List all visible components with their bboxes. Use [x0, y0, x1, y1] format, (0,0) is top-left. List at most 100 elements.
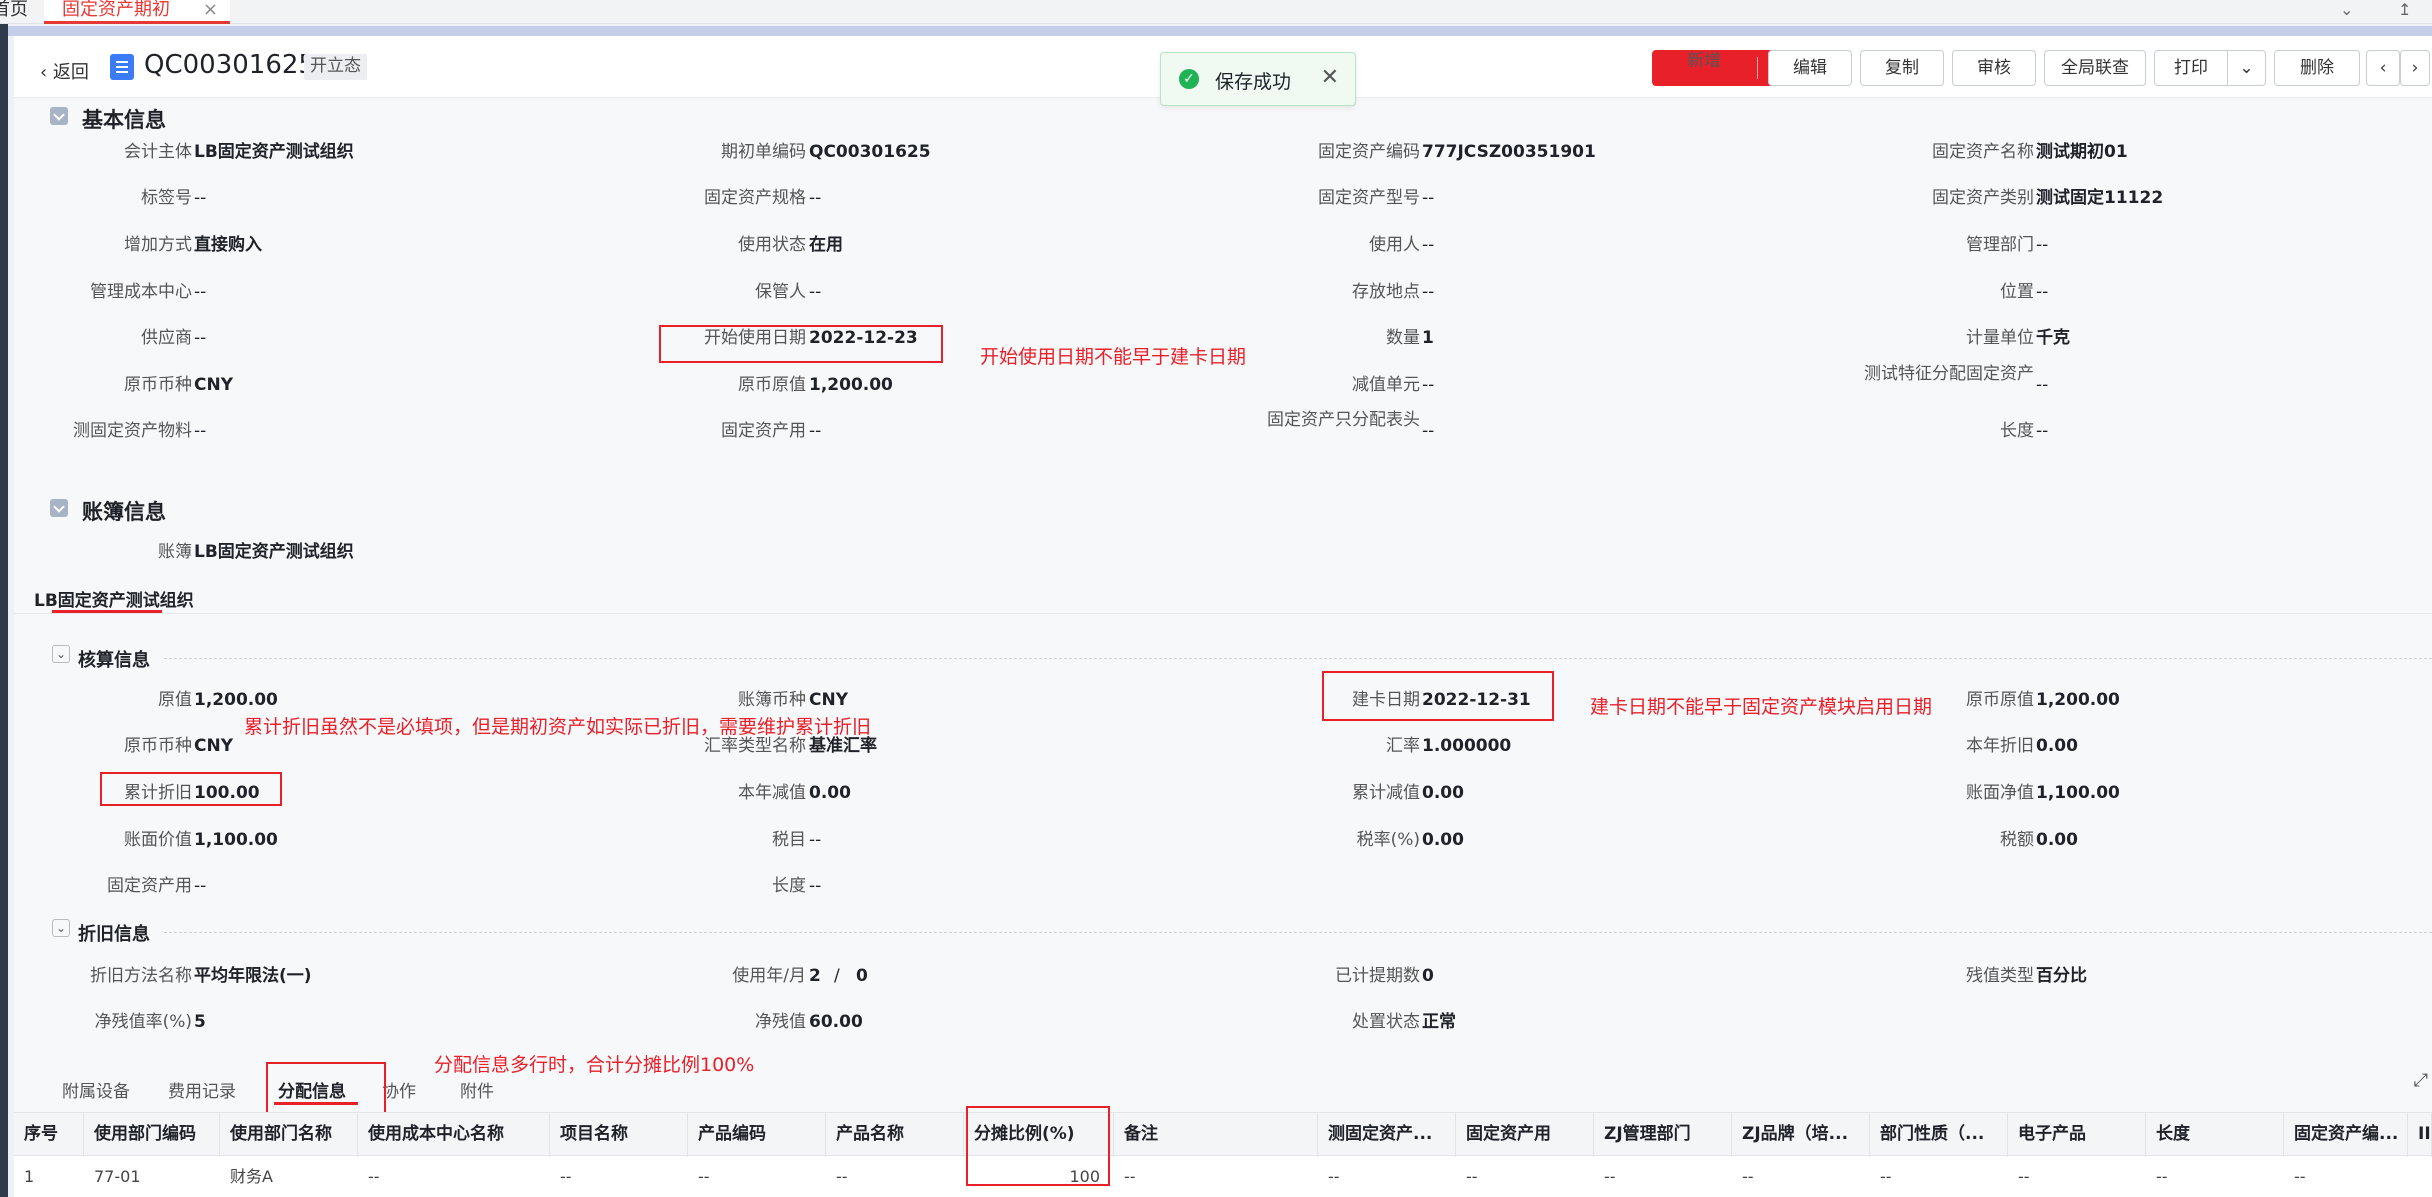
column-header[interactable]: 部门性质（...: [1870, 1113, 2008, 1157]
field-label: 固定资产名称: [1932, 142, 2034, 162]
field-label: 数量: [1386, 328, 1420, 348]
prev-icon[interactable]: ‹: [2366, 50, 2400, 86]
tab-expense-records[interactable]: 费用记录: [168, 1077, 236, 1102]
copy-button[interactable]: 复制: [1860, 50, 1944, 86]
back-button[interactable]: ‹ 返回: [40, 58, 89, 84]
field-value: --: [194, 188, 207, 208]
table-cell[interactable]: 1: [14, 1160, 84, 1196]
expand-icon[interactable]: ⤢: [2414, 1070, 2428, 1091]
field-value: LB固定资产测试组织: [194, 542, 354, 562]
tab-collaboration[interactable]: 协作: [382, 1077, 416, 1102]
field-label: 汇率: [1386, 736, 1420, 756]
field-value: 正常: [1422, 1012, 1456, 1032]
chevron-down-icon[interactable]: ⌄: [52, 919, 70, 937]
tab-fixed-asset-opening[interactable]: 固定资产期初 ×: [44, 0, 230, 24]
table-cell[interactable]: --: [358, 1160, 550, 1196]
collapse-icon[interactable]: [50, 107, 68, 125]
column-header[interactable]: 序号: [14, 1113, 84, 1157]
column-header[interactable]: 固定资产编...: [2284, 1113, 2408, 1157]
field-label: 测试特征分配固定资产: [1864, 364, 2034, 384]
top-tab-strip: 首页 固定资产期初 × ⌄ ↥: [0, 0, 2432, 24]
table-cell[interactable]: --: [1594, 1160, 1732, 1196]
field-label: 折旧方法名称: [90, 966, 192, 986]
audit-button[interactable]: 审核: [1952, 50, 2036, 86]
field-label: 固定资产只分配表头: [1267, 410, 1420, 430]
field-value: 2022-12-23: [809, 328, 918, 348]
subsection-accounting-title[interactable]: ⌄ 核算信息: [52, 645, 150, 672]
field-value: --: [809, 876, 822, 896]
field-value: 100.00: [194, 783, 260, 803]
table-cell[interactable]: --: [550, 1160, 688, 1196]
note-allocation: 分配信息多行时，合计分摊比例100%: [434, 1054, 755, 1076]
table-cell[interactable]: --: [1732, 1160, 1870, 1196]
org-tab[interactable]: LB固定资产测试组织: [34, 586, 194, 611]
collapse-icon[interactable]: [50, 499, 68, 517]
tab-allocation-info[interactable]: 分配信息: [278, 1077, 346, 1102]
table-cell[interactable]: --: [2146, 1160, 2284, 1196]
field-value: --: [2036, 235, 2049, 255]
edit-button[interactable]: 编辑: [1768, 50, 1852, 86]
table-cell[interactable]: --: [826, 1160, 964, 1196]
table-cell[interactable]: --: [1114, 1160, 1318, 1196]
column-header[interactable]: 使用部门编码: [84, 1113, 220, 1157]
field-value: 0.00: [1422, 783, 1464, 803]
field-value: 0.00: [809, 783, 851, 803]
field-label: 账簿: [158, 542, 192, 562]
section-ledger-title[interactable]: 账簿信息: [50, 496, 166, 526]
field-label: 原币原值: [1966, 690, 2034, 710]
field-label: 位置: [2000, 282, 2034, 302]
column-header[interactable]: 备注: [1114, 1113, 1318, 1157]
doc-code: QC00301625: [144, 50, 315, 80]
tab-home[interactable]: 首页: [0, 0, 28, 24]
column-header[interactable]: 使用部门名称: [220, 1113, 358, 1157]
section-title-text: 基本信息: [82, 108, 166, 132]
chevron-down-icon[interactable]: ⌄: [2227, 51, 2265, 85]
tab-attached-equipment[interactable]: 附属设备: [62, 1077, 130, 1102]
table-cell[interactable]: [2408, 1160, 2432, 1196]
delete-button[interactable]: 删除: [2274, 50, 2360, 86]
column-header[interactable]: 使用成本中心名称: [358, 1113, 550, 1157]
table-cell[interactable]: --: [1456, 1160, 1594, 1196]
column-header[interactable]: 产品编码: [688, 1113, 826, 1157]
linked-query-button[interactable]: 全局联查: [2044, 50, 2146, 86]
life-month: 0: [856, 966, 868, 986]
field-label: 账面净值: [1966, 783, 2034, 803]
close-icon[interactable]: ×: [203, 0, 218, 20]
field-label: 供应商: [141, 328, 192, 348]
field-label: 累计折旧: [124, 783, 192, 803]
column-header[interactable]: 测固定资产...: [1318, 1113, 1456, 1157]
life-separator: /: [834, 966, 840, 986]
table-cell[interactable]: --: [2284, 1160, 2408, 1196]
column-header[interactable]: 电子产品: [2008, 1113, 2146, 1157]
chevron-down-icon[interactable]: ⌄: [2340, 0, 2353, 24]
column-header[interactable]: 项目名称: [550, 1113, 688, 1157]
close-icon[interactable]: ✕: [1321, 65, 1339, 90]
chevron-down-icon[interactable]: ⌄: [52, 645, 70, 663]
field-value: 2022-12-31: [1422, 690, 1531, 710]
section-basic-title[interactable]: 基本信息: [50, 104, 166, 134]
column-header[interactable]: 固定资产用: [1456, 1113, 1594, 1157]
divider: [164, 932, 2432, 933]
table-cell[interactable]: 100: [964, 1160, 1114, 1196]
print-button[interactable]: 打印 ⌄: [2154, 50, 2266, 86]
table-cell[interactable]: 77-01: [84, 1160, 220, 1196]
column-header[interactable]: II: [2408, 1113, 2432, 1157]
upload-icon[interactable]: ↥: [2398, 0, 2411, 24]
column-header[interactable]: 分摊比例(%): [964, 1113, 1114, 1157]
tab-attachments[interactable]: 附件: [460, 1077, 494, 1102]
next-icon[interactable]: ›: [2400, 50, 2430, 86]
field-label: 减值单元: [1352, 375, 1420, 395]
table-cell[interactable]: --: [2008, 1160, 2146, 1196]
field-value: 测试期初01: [2036, 142, 2128, 162]
table-cell[interactable]: --: [688, 1160, 826, 1196]
column-header[interactable]: ZJ品牌（培...: [1732, 1113, 1870, 1157]
column-header[interactable]: ZJ管理部门: [1594, 1113, 1732, 1157]
column-header[interactable]: 长度: [2146, 1113, 2284, 1157]
field-value: --: [194, 876, 207, 896]
table-cell[interactable]: 财务A: [220, 1160, 358, 1196]
subsection-depreciation-title[interactable]: ⌄ 折旧信息: [52, 919, 150, 946]
table-cell[interactable]: --: [1318, 1160, 1456, 1196]
column-header[interactable]: 产品名称: [826, 1113, 964, 1157]
table-cell[interactable]: --: [1870, 1160, 2008, 1196]
life-year: 2: [809, 966, 821, 986]
